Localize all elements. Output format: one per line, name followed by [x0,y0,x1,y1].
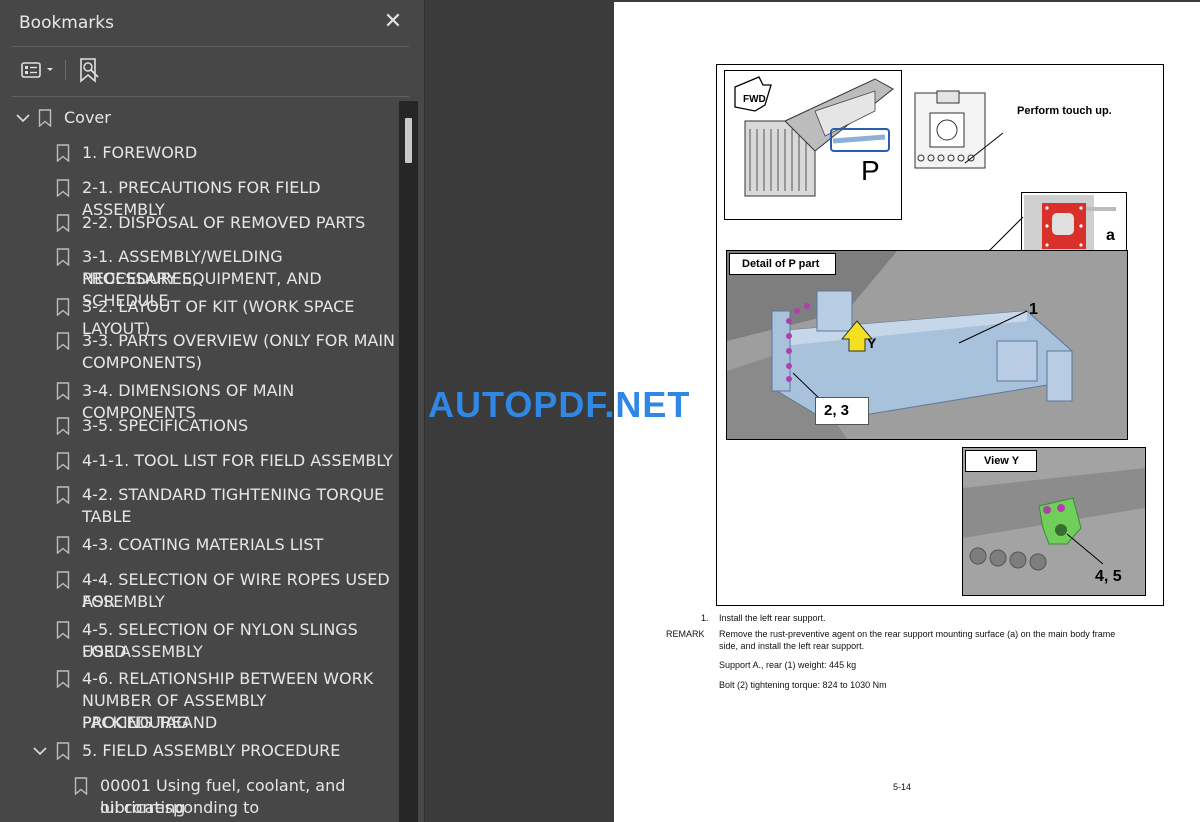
callout-1: 1 [1029,301,1038,318]
bookmark-options-button[interactable] [19,56,59,84]
callout-23: 2, 3 [824,402,850,419]
bookmark-item[interactable]: 4-1-1. TOOL LIST FOR FIELD ASSEMBLY [0,450,400,472]
callout-23-box: 2, 3 [815,397,869,425]
figure-frame: FWD P Perform touch up. a Detail of P pa… [716,64,1164,606]
weight-line: Support A., rear (1) weight: 445 kg [719,660,857,670]
bookmark-label-line2: COMPONENTS) [82,353,203,372]
bookmark-icon [56,621,70,639]
bookmark-label: 4-6. RELATIONSHIP BETWEEN WORK [82,669,374,688]
page-number: 5-14 [893,782,912,792]
remark-line2: side, and install the left rear support. [719,641,865,651]
bookmark-item[interactable]: 4-3. COATING MATERIALS LIST [0,534,400,556]
bookmark-tree: Cover 1. FOREWORD 2-1. PRECAUTIONS FOR F… [0,101,400,822]
bookmark-icon [56,179,70,197]
bookmark-label: 5. FIELD ASSEMBLY PROCEDURE [82,741,341,760]
view-y-image: View Y 4, 5 [962,447,1146,596]
bookmark-search-icon [80,58,99,83]
touch-up-illustration [914,90,1004,169]
list-options-icon [21,62,53,78]
bookmark-item-cover[interactable]: Cover [0,107,400,129]
bookmark-label: 4-3. COATING MATERIALS LIST [82,535,324,554]
bookmark-label: 4-1-1. TOOL LIST FOR FIELD ASSEMBLY [82,451,393,470]
bookmark-icon [56,332,70,350]
detail-p-title-box: Detail of P part [729,253,836,275]
bookmark-item-field-assembly[interactable]: 5. FIELD ASSEMBLY PROCEDURE [0,740,400,762]
bookmarks-title: Bookmarks [19,13,114,33]
bookmark-item[interactable]: 3-3. PARTS OVERVIEW (ONLY FOR MAIN COMPO… [0,330,400,374]
torque-line: Bolt (2) tightening torque: 824 to 1030 … [719,680,887,690]
bookmark-icon [56,452,70,470]
bookmarks-header: Bookmarks ✕ [0,0,424,46]
bookmark-icon [56,742,70,760]
find-bookmark-button[interactable] [76,56,104,84]
bookmark-item[interactable]: 4-5. SELECTION OF NYLON SLINGS USED FOR … [0,619,400,663]
bookmark-icon [56,144,70,162]
remark-line1: Remove the rust-preventive agent on the … [719,629,1116,639]
bookmarks-scrollbar[interactable] [399,101,418,822]
bookmark-item[interactable]: 1. FOREWORD [0,142,400,164]
bookmark-label-line2: TABLE [82,507,132,526]
remark-label: REMARK [666,629,705,639]
bookmark-icon [56,298,70,316]
bookmark-item[interactable]: 3-1. ASSEMBLY/WELDING PROCEDURES, NECESS… [0,246,400,310]
step-number: 1. [701,613,709,623]
bookmark-icon [56,214,70,232]
divider [12,46,409,47]
bookmark-label: 4-2. STANDARD TIGHTENING TORQUE [82,485,385,504]
bookmark-icon [38,109,52,127]
rear-support-illustration [727,251,1127,439]
bookmark-label: 3-3. PARTS OVERVIEW (ONLY FOR MAIN [82,331,396,350]
bookmark-icon [56,536,70,554]
bookmark-item[interactable]: 2-2. DISPOSAL OF REMOVED PARTS [0,212,400,234]
bookmark-item[interactable]: 4-6. RELATIONSHIP BETWEEN WORK NUMBER OF… [0,668,400,734]
leader-line [987,216,1024,254]
view-y-title-box: View Y [965,450,1037,472]
p-label: P [861,155,880,186]
detail-p-image: Detail of P part 1 Y 2, 3 [726,250,1128,440]
bookmark-item[interactable]: 4-4. SELECTION OF WIRE ROPES USED FOR AS… [0,569,400,613]
chevron-down-icon[interactable] [33,744,47,758]
bookmark-label: 2-2. DISPOSAL OF REMOVED PARTS [82,213,366,232]
bookmark-icon [56,571,70,589]
callout-45: 4, 5 [1095,568,1122,585]
detail-p-title: Detail of P part [742,258,820,270]
watermark: AUTOPDF.NET [428,384,691,425]
close-icon[interactable]: ✕ [383,10,403,32]
bookmark-item[interactable]: 3-2. LAYOUT OF KIT (WORK SPACE LAYOUT) [0,296,400,338]
bookmark-icon [56,417,70,435]
bookmark-item[interactable]: 4-2. STANDARD TIGHTENING TORQUE TABLE [0,484,400,528]
touch-up-label: Perform touch up. [1017,105,1112,117]
bookmark-label-line2: oil corresponding to ambienttemperature [100,798,267,822]
toolbar-divider [65,60,66,80]
step-text: Install the left rear support. [719,613,826,623]
bookmark-icon [56,670,70,688]
chevron-down-icon[interactable] [16,111,30,125]
scrollbar-thumb[interactable] [405,118,412,163]
fwd-label: FWD [743,94,766,105]
bookmark-item[interactable]: 2-1. PRECAUTIONS FOR FIELD ASSEMBLY [0,177,400,219]
document-page: FWD P Perform touch up. a Detail of P pa… [614,2,1200,822]
bookmark-label: 1. FOREWORD [82,143,198,162]
bookmark-label: 3-5. SPECIFICATIONS [82,416,249,435]
bookmark-icon [56,486,70,504]
bookmark-icon [74,777,88,795]
bookmark-label-line2: ASSEMBLY [82,592,165,611]
divider [12,96,409,97]
overview-image: FWD P [724,70,902,220]
bookmark-item[interactable]: 3-5. SPECIFICATIONS [0,415,400,437]
bookmark-icon [56,248,70,266]
bookmark-item[interactable]: 00001 Using fuel, coolant, and lubricati… [0,775,400,822]
bookmark-label-line3: PACKING TAG [82,713,189,732]
bookmark-item[interactable]: 3-4. DIMENSIONS OF MAIN COMPONENTS [0,380,400,422]
callout-y: Y [867,335,877,351]
view-y-title: View Y [984,455,1020,467]
bookmark-label: Cover [64,108,111,127]
bookmarks-panel: Bookmarks ✕ Cover 1. FOREWORD 2-1. PRECA… [0,0,425,822]
bookmark-label-line2: FOR ASSEMBLY [82,642,203,661]
bookmark-icon [56,382,70,400]
a-label: a [1106,227,1115,244]
